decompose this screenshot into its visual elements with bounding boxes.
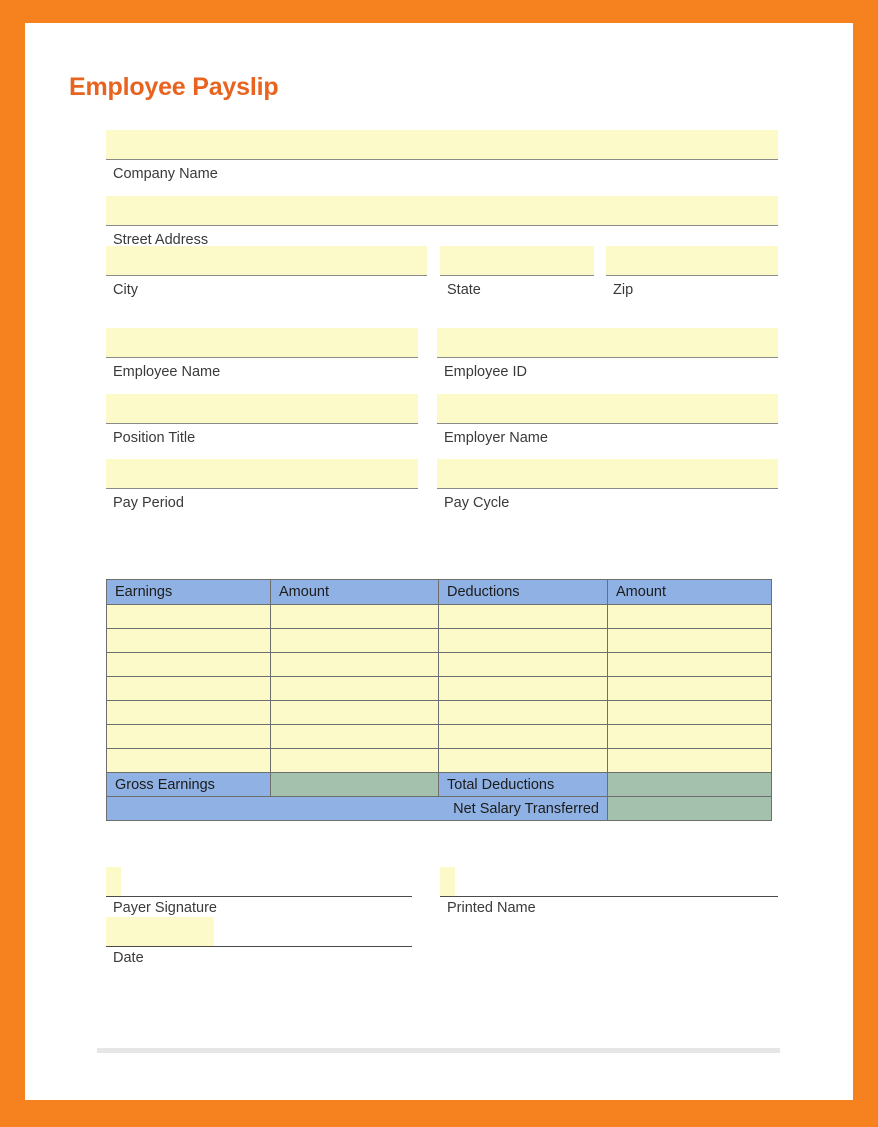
amount-cell-1[interactable] — [270, 604, 439, 629]
deductions-cell[interactable] — [438, 676, 608, 701]
employer-name-field[interactable]: Employer Name — [437, 394, 778, 447]
payer-signature-label: Payer Signature — [113, 900, 217, 916]
amount-cell-2[interactable] — [607, 652, 772, 677]
amount-cell-1[interactable] — [270, 700, 439, 725]
employee-name-input[interactable] — [106, 328, 418, 358]
net-salary-row: Net Salary Transferred — [106, 796, 772, 821]
earnings-cell[interactable] — [106, 724, 271, 749]
column-header-earnings: Earnings — [106, 579, 271, 605]
state-field[interactable]: State — [440, 246, 594, 299]
employee-id-input[interactable] — [437, 328, 778, 358]
position-title-input[interactable] — [106, 394, 418, 424]
earnings-cell[interactable] — [106, 604, 271, 629]
table-row[interactable] — [106, 748, 772, 773]
deductions-cell[interactable] — [438, 652, 608, 677]
deductions-cell[interactable] — [438, 700, 608, 725]
column-header-amount-1: Amount — [270, 579, 439, 605]
amount-cell-2[interactable] — [607, 724, 772, 749]
state-input[interactable] — [440, 246, 594, 276]
street-address-input[interactable] — [106, 196, 778, 226]
employee-id-label: Employee ID — [444, 364, 528, 380]
table-row[interactable] — [106, 700, 772, 725]
pay-cycle-label: Pay Cycle — [444, 495, 510, 511]
total-deductions-label: Total Deductions — [438, 772, 608, 797]
page-title: Employee Payslip — [69, 73, 279, 101]
deductions-cell[interactable] — [438, 748, 608, 773]
footer-divider — [97, 1048, 780, 1053]
pay-cycle-field[interactable]: Pay Cycle — [437, 459, 778, 512]
amount-cell-2[interactable] — [607, 700, 772, 725]
net-salary-label: Net Salary Transferred — [106, 796, 608, 821]
table-row[interactable] — [106, 628, 772, 653]
gross-earnings-label: Gross Earnings — [106, 772, 271, 797]
date-input-fill[interactable] — [106, 917, 214, 946]
employer-name-input[interactable] — [437, 394, 778, 424]
pay-period-input[interactable] — [106, 459, 418, 489]
position-title-field[interactable]: Position Title — [106, 394, 418, 447]
position-title-label: Position Title — [113, 430, 196, 446]
column-header-amount-2: Amount — [607, 579, 772, 605]
amount-cell-2[interactable] — [607, 676, 772, 701]
amount-cell-2[interactable] — [607, 628, 772, 653]
company-name-label: Company Name — [113, 166, 218, 182]
amount-cell-1[interactable] — [270, 676, 439, 701]
totals-row: Gross Earnings Total Deductions — [106, 772, 772, 797]
deductions-cell[interactable] — [438, 628, 608, 653]
table-row[interactable] — [106, 676, 772, 701]
city-label: City — [113, 282, 138, 298]
pay-cycle-input[interactable] — [437, 459, 778, 489]
amount-cell-1[interactable] — [270, 628, 439, 653]
table-row[interactable] — [106, 604, 772, 629]
printed-name-label: Printed Name — [447, 900, 536, 916]
amount-cell-2[interactable] — [607, 604, 772, 629]
amount-cell-2[interactable] — [607, 748, 772, 773]
employer-name-label: Employer Name — [444, 430, 548, 446]
earnings-cell[interactable] — [106, 652, 271, 677]
total-deductions-value[interactable] — [607, 772, 772, 797]
employee-name-field[interactable]: Employee Name — [106, 328, 418, 381]
deductions-cell[interactable] — [438, 604, 608, 629]
amount-cell-1[interactable] — [270, 748, 439, 773]
date-field[interactable] — [106, 917, 412, 947]
net-salary-value[interactable] — [607, 796, 772, 821]
payslip-sheet: Employee Payslip Company Name Street Add… — [25, 23, 853, 1100]
earnings-deductions-table: Earnings Amount Deductions Amount Gross … — [106, 579, 772, 821]
zip-field[interactable]: Zip — [606, 246, 778, 299]
city-field[interactable]: City — [106, 246, 427, 299]
printed-name-input-fill[interactable] — [440, 867, 455, 896]
table-row[interactable] — [106, 652, 772, 677]
company-name-input[interactable] — [106, 130, 778, 160]
printed-name-field[interactable] — [440, 867, 778, 897]
earnings-cell[interactable] — [106, 628, 271, 653]
table-body: Gross Earnings Total Deductions Net Sala… — [106, 604, 772, 821]
table-row[interactable] — [106, 724, 772, 749]
amount-cell-1[interactable] — [270, 724, 439, 749]
employee-id-field[interactable]: Employee ID — [437, 328, 778, 381]
city-input[interactable] — [106, 246, 427, 276]
earnings-cell[interactable] — [106, 700, 271, 725]
zip-input[interactable] — [606, 246, 778, 276]
deductions-cell[interactable] — [438, 724, 608, 749]
gross-earnings-value[interactable] — [270, 772, 439, 797]
payer-signature-field[interactable] — [106, 867, 412, 897]
earnings-cell[interactable] — [106, 676, 271, 701]
street-address-field[interactable]: Street Address — [106, 196, 778, 249]
earnings-cell[interactable] — [106, 748, 271, 773]
state-label: State — [447, 282, 481, 298]
amount-cell-1[interactable] — [270, 652, 439, 677]
pay-period-label: Pay Period — [113, 495, 184, 511]
column-header-deductions: Deductions — [438, 579, 608, 605]
table-header-row: Earnings Amount Deductions Amount — [106, 579, 772, 605]
pay-period-field[interactable]: Pay Period — [106, 459, 418, 512]
zip-label: Zip — [613, 282, 634, 298]
page-orange-border: Employee Payslip Company Name Street Add… — [0, 0, 878, 1127]
employee-name-label: Employee Name — [113, 364, 221, 380]
date-label: Date — [113, 950, 144, 966]
payer-signature-input-fill[interactable] — [106, 867, 121, 896]
company-name-field[interactable]: Company Name — [106, 130, 778, 183]
